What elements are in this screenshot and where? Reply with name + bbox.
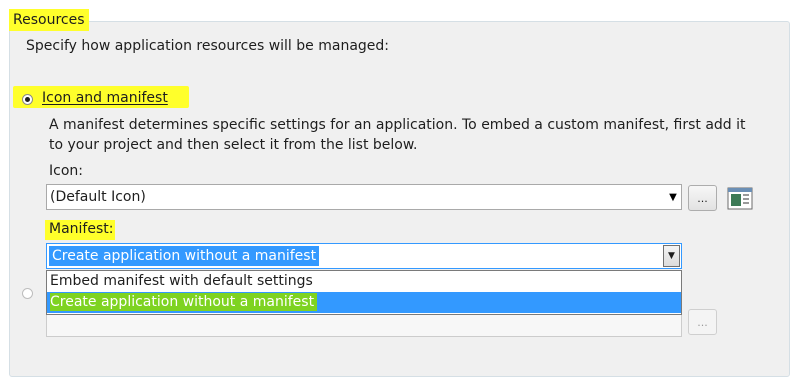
- chevron-down-icon: ▼: [669, 191, 677, 203]
- icon-browse-button[interactable]: ...: [688, 185, 717, 211]
- dropdown-option-create-without[interactable]: Create application without a manifest: [47, 292, 681, 313]
- icon-label: Icon:: [49, 163, 83, 179]
- manifest-description-line1: A manifest determines specific settings …: [49, 117, 746, 133]
- manifest-browse-button[interactable]: ...: [688, 309, 717, 335]
- icon-manifest-radio[interactable]: [22, 94, 33, 105]
- manifest-combobox[interactable]: Create application without a manifest ▼: [46, 243, 682, 269]
- second-option-radio[interactable]: [22, 288, 33, 299]
- manifest-dropdown-button[interactable]: ▼: [663, 245, 680, 267]
- icon-combobox-value: (Default Icon): [50, 189, 146, 205]
- manifest-description-line2: to your project and then select it from …: [49, 137, 418, 153]
- resources-description: Specify how application resources will b…: [26, 38, 389, 54]
- icon-preview-icon: [727, 185, 754, 212]
- manifest-label: Manifest:: [49, 221, 114, 237]
- dropdown-option-create-without-label: Create application without a manifest: [50, 293, 318, 311]
- resources-group-title: Resources: [9, 9, 89, 31]
- chevron-down-icon: ▼: [668, 251, 675, 261]
- manifest-dropdown-list: Embed manifest with default settings Cre…: [46, 270, 682, 315]
- manifest-combobox-value: Create application without a manifest: [49, 246, 320, 266]
- radio-selected-dot: [25, 97, 30, 102]
- icon-manifest-radio-label[interactable]: Icon and manifest: [42, 90, 168, 106]
- dropdown-option-embed[interactable]: Embed manifest with default settings: [47, 271, 681, 292]
- icon-combobox[interactable]: (Default Icon) ▼: [46, 184, 682, 210]
